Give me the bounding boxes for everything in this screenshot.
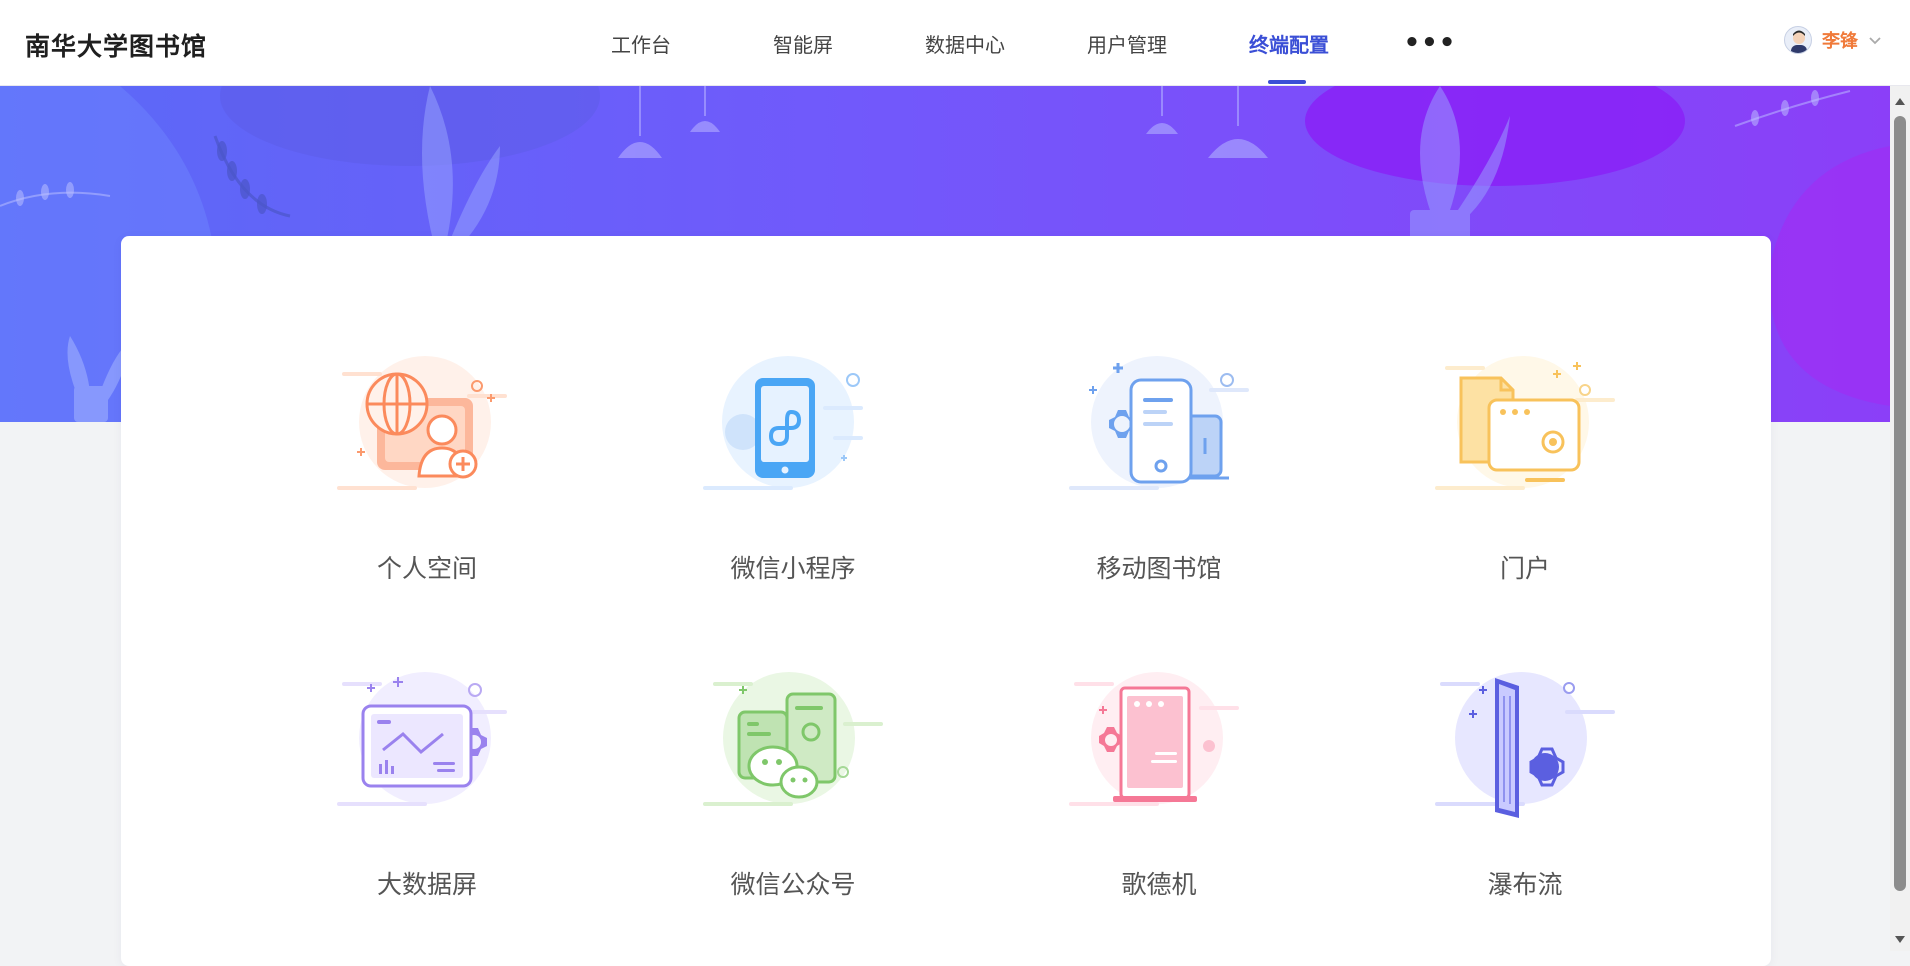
waterfall-screen-icon [1435, 672, 1615, 818]
personal-space-icon [337, 356, 507, 490]
big-data-screen-icon [337, 672, 507, 806]
nav-tab-data-center[interactable]: 数据中心 [884, 0, 1046, 86]
wechat-official-account-icon [703, 672, 883, 806]
avatar [1784, 26, 1812, 54]
terminal-label: 个人空间 [376, 554, 477, 583]
terminal-tile-portal[interactable]: 门户 [1405, 350, 1645, 610]
chevron-down-icon [1869, 37, 1881, 45]
terminal-grid-card: 个人空间 微信小程序 移动图书馆 门户 大数据屏 微信公众号 歌德机 瀑布流 [121, 236, 1771, 966]
scroll-up-arrow-icon[interactable] [1895, 98, 1905, 105]
scroll-down-arrow-icon[interactable] [1895, 936, 1905, 943]
terminal-label: 歌德机 [1121, 870, 1197, 899]
nav-tab-workbench[interactable]: 工作台 [560, 0, 722, 86]
app-title: 南华大学图书馆 [25, 32, 208, 61]
terminal-label: 门户 [1499, 554, 1550, 583]
nav-tab-terminal-config[interactable]: 终端配置 [1208, 0, 1370, 86]
user-menu[interactable]: 李锋 [1784, 26, 1882, 54]
main-nav: 工作台 智能屏 数据中心 用户管理 终端配置 ••• [560, 0, 1490, 86]
mobile-library-icon [1069, 356, 1249, 490]
terminal-tile-mobile-library[interactable]: 移动图书馆 [1039, 350, 1279, 610]
nav-tab-user-management[interactable]: 用户管理 [1046, 0, 1208, 86]
terminal-tile-waterfall-screen[interactable]: 瀑布流 [1405, 666, 1645, 926]
terminal-tile-personal-space[interactable]: 个人空间 [307, 350, 547, 610]
scroll-thumb[interactable] [1894, 116, 1906, 891]
portal-icon [1435, 356, 1615, 490]
terminal-label: 微信小程序 [730, 554, 856, 583]
terminal-label: 微信公众号 [730, 870, 856, 899]
nav-tab-smart-screen[interactable]: 智能屏 [722, 0, 884, 86]
page-scrollbar[interactable] [1890, 86, 1910, 951]
terminal-tile-big-data-screen[interactable]: 大数据屏 [307, 666, 547, 926]
more-menu-icon[interactable]: ••• [1370, 0, 1490, 86]
terminal-tile-goethe-kiosk[interactable]: 歌德机 [1039, 666, 1279, 926]
terminal-tile-wechat-miniprogram[interactable]: 微信小程序 [673, 350, 913, 610]
goethe-kiosk-icon [1069, 672, 1239, 806]
wechat-miniprogram-icon [703, 356, 863, 490]
terminal-tile-wechat-official-account[interactable]: 微信公众号 [673, 666, 913, 926]
user-name: 李锋 [1822, 31, 1858, 52]
top-navigation-bar: 南华大学图书馆 工作台 智能屏 数据中心 用户管理 终端配置 ••• 李锋 [0, 0, 1910, 86]
terminal-label: 瀑布流 [1487, 870, 1563, 899]
terminal-label: 大数据屏 [376, 870, 477, 899]
terminal-label: 移动图书馆 [1096, 554, 1222, 583]
